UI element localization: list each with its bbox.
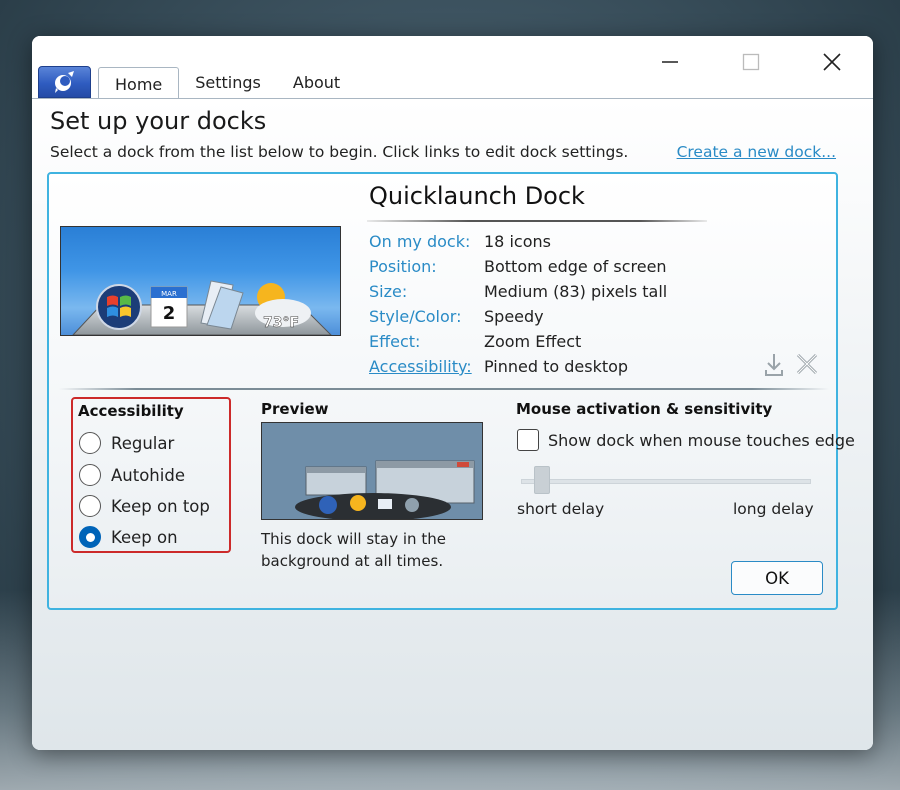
maximize-icon (742, 53, 760, 71)
slider-min-label: short delay (517, 500, 605, 518)
tab-home[interactable]: Home (98, 67, 180, 99)
tab-about[interactable]: About (277, 70, 356, 98)
info-row-style: Style/Color: Speedy (369, 307, 667, 332)
svg-text:73°F: 73°F (263, 315, 299, 331)
dock-thumbnail[interactable]: MAR 2 73°F (60, 226, 341, 336)
info-row-effect: Effect: Zoom Effect (369, 332, 667, 357)
info-value: Bottom edge of screen (484, 257, 667, 276)
svg-text:MAR: MAR (161, 290, 177, 298)
radio-label: Keep on top (111, 496, 210, 516)
slider-max-label: long delay (733, 500, 814, 518)
svg-text:2: 2 (163, 303, 176, 324)
radio-button[interactable] (79, 432, 101, 454)
minimize-icon (662, 61, 678, 63)
title-bar: Home Settings About (32, 36, 873, 99)
info-value: Medium (83) pixels tall (484, 282, 668, 301)
download-icon (765, 354, 783, 376)
info-label[interactable]: Style/Color: (369, 307, 484, 332)
info-value: Zoom Effect (484, 332, 582, 351)
page-title: Set up your docks (50, 107, 267, 135)
dock-settings-window: Home Settings About Set up your docks Se… (32, 36, 873, 750)
export-dock-button[interactable] (764, 352, 784, 382)
radio-label: Autohide (111, 465, 185, 485)
ok-button[interactable]: OK (731, 561, 823, 595)
home-page: Set up your docks Select a dock from the… (32, 98, 873, 750)
app-menu-button[interactable] (38, 66, 91, 98)
rocketdock-logo-icon (54, 71, 74, 93)
info-value: 18 icons (484, 232, 551, 251)
radio-button[interactable] (79, 495, 101, 517)
info-row-position: Position: Bottom edge of screen (369, 257, 667, 282)
dock-card: Quicklaunch Dock MAR 2 73°F On my dock: … (47, 172, 855, 610)
tab-strip: Home Settings About (98, 66, 356, 99)
info-row-accessibility: Accessibility: Pinned to desktop (369, 357, 667, 382)
radio-label: Keep on (111, 527, 178, 547)
radio-button[interactable] (79, 464, 101, 486)
preview-heading: Preview (261, 400, 329, 418)
info-label[interactable]: Effect: (369, 332, 484, 357)
delay-slider-track[interactable] (521, 479, 811, 484)
calendar-icon: MAR 2 (150, 286, 188, 328)
delay-slider-thumb[interactable] (534, 466, 550, 494)
close-icon (823, 53, 841, 71)
preview-description: This dock will stay in the background at… (261, 530, 446, 570)
info-value: Speedy (484, 307, 544, 326)
radio-autohide[interactable]: Autohide (79, 464, 185, 486)
tab-settings[interactable]: Settings (179, 70, 277, 98)
minimize-button[interactable] (647, 48, 693, 76)
radio-keep-on[interactable]: Keep on (79, 526, 178, 548)
create-new-dock-link[interactable]: Create a new dock... (677, 143, 836, 161)
radio-regular[interactable]: Regular (79, 432, 174, 454)
preview-art (262, 423, 482, 519)
checkbox-label: Show dock when mouse touches edge (548, 430, 855, 450)
info-value: Pinned to desktop (484, 357, 629, 376)
dock-thumbnail-art: MAR 2 73°F (72, 280, 332, 335)
close-button[interactable] (809, 48, 855, 76)
dock-name-underline (367, 220, 707, 222)
dock-name: Quicklaunch Dock (369, 182, 585, 210)
show-on-edge-checkbox[interactable] (517, 429, 539, 451)
show-on-edge-option[interactable]: Show dock when mouse touches edge (517, 429, 855, 451)
windows-logo-icon (96, 284, 142, 330)
delete-icon (796, 353, 818, 375)
dock-info-table: On my dock: 18 icons Position: Bottom ed… (369, 232, 667, 382)
info-row-size: Size: Medium (83) pixels tall (369, 282, 667, 307)
info-label[interactable]: On my dock: (369, 232, 484, 257)
radio-label: Regular (111, 433, 175, 453)
delete-dock-button[interactable] (795, 352, 819, 380)
page-subtitle: Select a dock from the list below to beg… (50, 143, 629, 161)
maximize-button[interactable] (728, 48, 774, 76)
section-divider (59, 388, 829, 390)
info-row-icons: On my dock: 18 icons (369, 232, 667, 257)
radio-button-selected[interactable] (79, 526, 101, 548)
accessibility-link[interactable]: Accessibility: (369, 357, 484, 382)
mouse-heading: Mouse activation & sensitivity (516, 400, 773, 418)
accessibility-group: Accessibility Regular Autohide Keep on t… (71, 397, 231, 553)
accessibility-heading: Accessibility (78, 402, 184, 420)
preview-image (261, 422, 483, 520)
radio-keep-on-top[interactable]: Keep on top (79, 495, 210, 517)
info-label[interactable]: Position: (369, 257, 484, 282)
info-label[interactable]: Size: (369, 282, 484, 307)
